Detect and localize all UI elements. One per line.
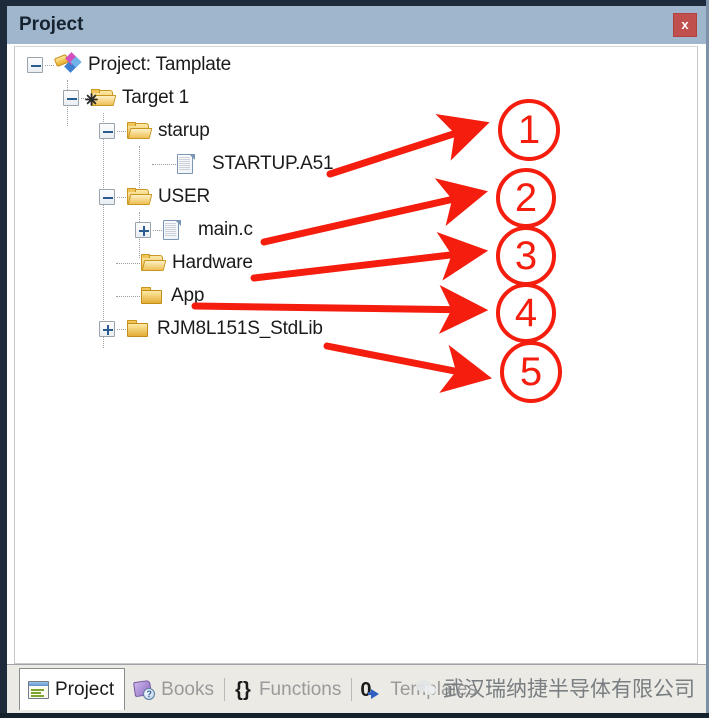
tree-connector xyxy=(116,295,140,297)
tree-node-label: USER xyxy=(158,186,210,207)
project-window-icon xyxy=(28,680,49,699)
tab-project[interactable]: Project xyxy=(19,668,126,710)
tree-connector xyxy=(153,229,162,231)
template-arrow-icon: 0 xyxy=(360,679,384,701)
target-folder-icon xyxy=(85,88,117,108)
bottom-tab-bar: Project ? Books {} Functions 0 Templates xyxy=(7,664,706,713)
tree-node-main-c[interactable]: main.c xyxy=(135,216,253,244)
folder-open-icon xyxy=(127,121,153,141)
tree-connector xyxy=(117,328,126,330)
books-icon: ? xyxy=(133,679,156,700)
folder-open-icon xyxy=(127,187,153,207)
watermark-text: 武汉瑞纳捷半导体有限公司 xyxy=(443,678,695,701)
project-tree: Project: Tamplate Target 1 starup STARTU… xyxy=(15,47,697,663)
watermark: 武汉瑞纳捷半导体有限公司 xyxy=(416,673,695,703)
tab-books[interactable]: ? Books xyxy=(125,669,224,710)
asterisk-icon xyxy=(85,92,98,106)
tree-node-label: STARTUP.A51 xyxy=(212,153,334,174)
tree-node-label: Project: Tamplate xyxy=(88,54,232,75)
tree-connector xyxy=(117,196,126,198)
tree-node-user[interactable]: USER xyxy=(99,183,210,211)
project-tree-panel[interactable]: Project: Tamplate Target 1 starup STARTU… xyxy=(14,46,698,664)
tab-label: Functions xyxy=(258,678,342,700)
expander-plus-icon[interactable] xyxy=(135,222,151,238)
tree-connector xyxy=(117,130,126,132)
wechat-icon xyxy=(416,679,438,698)
tree-node-target-1[interactable]: Target 1 xyxy=(63,84,189,112)
tree-connector xyxy=(45,64,54,66)
tree-guide-line xyxy=(103,113,104,348)
expander-minus-icon[interactable] xyxy=(99,189,115,205)
braces-icon: {} xyxy=(235,678,251,701)
project-window: Project x Project: Tamplate Target 1 sta… xyxy=(0,0,709,718)
tree-node-label: starup xyxy=(158,120,210,141)
tab-label: Project xyxy=(55,678,115,700)
window-left-border xyxy=(0,0,7,718)
tab-label: Books xyxy=(161,678,214,700)
folder-closed-icon xyxy=(127,319,150,339)
file-icon xyxy=(163,219,181,241)
tree-node-label: RJM8L151S_StdLib xyxy=(157,318,323,339)
tree-node-label: Hardware xyxy=(172,252,253,273)
tree-node-app[interactable]: App xyxy=(99,282,204,310)
tree-connector xyxy=(152,163,176,165)
tree-node-label: main.c xyxy=(198,219,253,240)
file-icon xyxy=(177,153,195,175)
close-icon[interactable]: x xyxy=(673,13,697,37)
window-title: Project xyxy=(19,14,84,35)
window-bottom-border xyxy=(0,713,709,718)
tree-node-startup-a51[interactable]: STARTUP.A51 xyxy=(135,150,334,178)
folder-closed-icon xyxy=(141,286,164,306)
tree-connector xyxy=(116,262,140,264)
tree-node-label: App xyxy=(171,285,205,306)
expander-minus-icon[interactable] xyxy=(99,123,115,139)
tree-node-rjm8l151s-stdlib[interactable]: RJM8L151S_StdLib xyxy=(99,315,323,343)
tree-node-label: Target 1 xyxy=(122,87,190,108)
tab-functions[interactable]: {} Functions xyxy=(225,669,351,710)
expander-minus-icon[interactable] xyxy=(63,90,79,106)
expander-plus-icon[interactable] xyxy=(99,321,115,337)
tree-node-project-root[interactable]: Project: Tamplate xyxy=(27,51,231,79)
tree-node-starup[interactable]: starup xyxy=(99,117,210,145)
folder-open-icon xyxy=(141,253,167,273)
expander-minus-icon[interactable] xyxy=(27,57,43,73)
tree-node-hardware[interactable]: Hardware xyxy=(99,249,253,277)
project-icon xyxy=(53,52,82,76)
title-bar: Project x xyxy=(7,6,706,44)
